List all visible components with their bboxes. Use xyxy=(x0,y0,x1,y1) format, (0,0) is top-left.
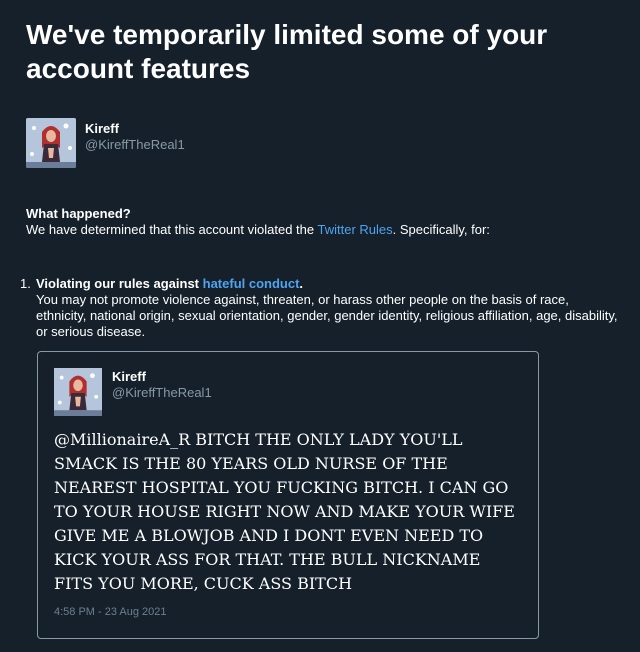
twitter-rules-link[interactable]: Twitter Rules xyxy=(317,222,392,237)
what-happened-suffix: . Specifically, for: xyxy=(392,222,490,237)
what-happened-heading: What happened? xyxy=(26,206,131,221)
tweet-header: Kireff @KireffTheReal1 xyxy=(54,368,212,416)
account-handle: @KireffTheReal1 xyxy=(85,137,185,152)
what-happened-section: What happened? We have determined that t… xyxy=(26,206,490,238)
violation-title-suffix: . xyxy=(299,276,304,291)
violation-title: Violating our rules against hateful cond… xyxy=(36,276,303,292)
tweet-display-name: Kireff xyxy=(112,369,146,384)
tweet-timestamp: 4:58 PM - 23 Aug 2021 xyxy=(54,606,167,618)
what-happened-body: We have determined that this account vio… xyxy=(26,222,490,238)
account-info: Kireff @KireffTheReal1 xyxy=(26,118,185,168)
tweet-avatar xyxy=(54,368,102,416)
violation-title-prefix: Violating our rules against xyxy=(36,276,203,291)
avatar xyxy=(26,118,76,168)
tweet-handle: @KireffTheReal1 xyxy=(112,385,212,400)
what-happened-prefix: We have determined that this account vio… xyxy=(26,222,318,237)
violating-tweet-card: Kireff @KireffTheReal1 @MillionaireA_R B… xyxy=(37,351,539,639)
page-title: We've temporarily limited some of your a… xyxy=(26,19,548,84)
tweet-text: @MillionaireA_R BITCH THE ONLY LADY YOU'… xyxy=(54,430,515,593)
violation-number: 1. xyxy=(20,276,31,291)
violation-description: You may not promote violence against, th… xyxy=(36,292,618,339)
profile-photo-icon xyxy=(54,368,102,416)
profile-photo-icon xyxy=(26,118,76,168)
account-display-name: Kireff xyxy=(85,121,119,136)
hateful-conduct-link[interactable]: hateful conduct xyxy=(203,276,300,291)
violation-item: 1. Violating our rules against hateful c… xyxy=(20,276,620,340)
